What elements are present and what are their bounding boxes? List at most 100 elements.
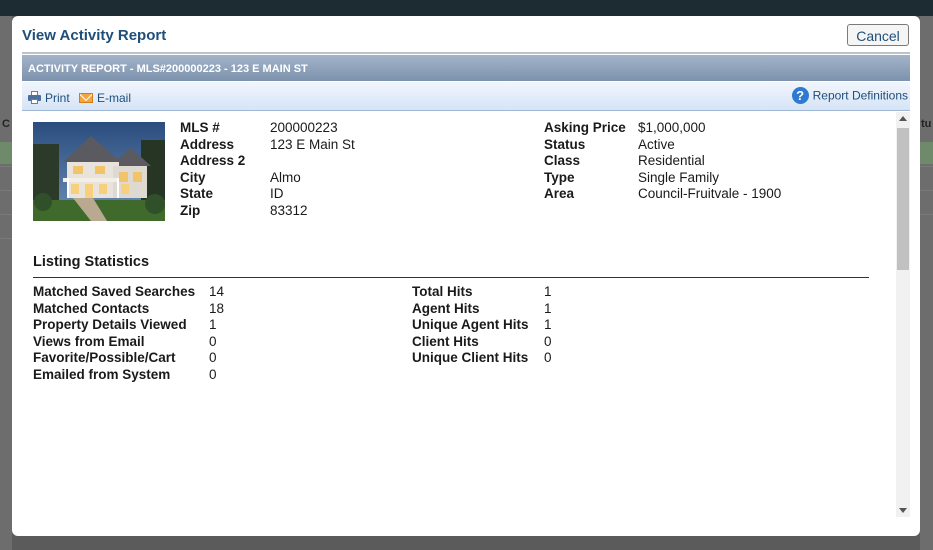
print-button[interactable]: Print	[28, 90, 70, 105]
report-title-bar: ACTIVITY REPORT - MLS#200000223 - 123 E …	[22, 55, 910, 81]
report-definitions-button[interactable]: ? Report Definitions	[791, 87, 908, 104]
email-button[interactable]: E-mail	[79, 90, 131, 105]
detail-value: Single Family	[638, 169, 720, 185]
envelope-icon	[79, 92, 93, 103]
stat-value: 0	[209, 350, 217, 365]
stat-value: 0	[209, 333, 217, 349]
stat-value: 1	[544, 284, 552, 299]
detail-value: 200000223	[270, 120, 338, 135]
detail-row: Status Active	[544, 137, 781, 154]
stat-value: 0	[209, 366, 217, 382]
title-divider	[22, 52, 910, 54]
stat-label: Agent Hits	[412, 300, 480, 316]
detail-row: MLS # 200000223	[180, 120, 355, 137]
stat-label: Unique Client Hits	[412, 350, 529, 365]
detail-row: City Almo	[180, 170, 355, 187]
detail-label: Zip	[180, 202, 201, 218]
modal-title: View Activity Report	[22, 27, 167, 44]
background-divider	[0, 166, 12, 167]
stat-label: Matched Saved Searches	[33, 284, 196, 299]
statistics-divider	[33, 277, 869, 278]
detail-row: Type Single Family	[544, 170, 781, 187]
stat-value: 1	[209, 317, 217, 332]
detail-label: Address	[180, 136, 235, 152]
detail-value: 83312	[270, 202, 308, 218]
stat-label: Property Details Viewed	[33, 317, 187, 332]
stat-value: 0	[544, 350, 552, 365]
background-right-strip: tu	[920, 16, 933, 550]
content-scrollbar[interactable]	[896, 112, 910, 517]
detail-row: Zip 83312	[180, 203, 355, 220]
stat-row: Emailed from System 0	[33, 367, 224, 384]
detail-label: City	[180, 169, 206, 185]
detail-value: $1,000,000	[638, 120, 706, 135]
stat-row: Client Hits 0	[412, 334, 552, 351]
scroll-up-arrow-icon[interactable]	[899, 116, 907, 121]
stat-row: Total Hits 1	[412, 284, 552, 301]
detail-value: ID	[270, 186, 284, 201]
detail-label: Area	[544, 186, 575, 201]
report-toolbar: Print E-mail ? Report Definitions	[22, 82, 910, 111]
report-content: MLS # 200000223 Address 123 E Main St Addr…	[22, 112, 898, 517]
printer-icon	[28, 91, 41, 105]
stat-label: Client Hits	[412, 333, 479, 349]
statistics-right: Total Hits 1 Agent Hits 1 Unique Agent Hit…	[412, 284, 552, 367]
background-divider	[0, 214, 12, 215]
detail-row: Address 123 E Main St	[180, 137, 355, 154]
detail-label: State	[180, 186, 214, 201]
stat-row: Agent Hits 1	[412, 301, 552, 318]
detail-value: 123 E Main St	[270, 136, 355, 152]
detail-label: MLS #	[180, 120, 220, 135]
email-label: E-mail	[97, 90, 132, 105]
background-left-strip: C	[0, 16, 12, 550]
stat-row: Unique Client Hits 0	[412, 350, 552, 367]
background-divider	[920, 214, 933, 215]
stat-row: Property Details Viewed 1	[33, 317, 224, 334]
detail-value: Residential	[638, 153, 705, 168]
statistics-left: Matched Saved Searches 14 Matched Contact…	[33, 284, 224, 383]
property-photo	[33, 122, 165, 221]
scrollbar-thumb[interactable]	[897, 128, 909, 270]
background-highlight-row	[0, 142, 12, 164]
scroll-down-arrow-icon[interactable]	[899, 508, 907, 513]
cancel-button[interactable]: Cancel	[847, 24, 909, 46]
stat-row: Favorite/Possible/Cart 0	[33, 350, 224, 367]
detail-label: Type	[544, 169, 575, 185]
background-header	[0, 0, 933, 16]
listing-details-left: MLS # 200000223 Address 123 E Main St Addr…	[180, 120, 355, 219]
background-highlight-row	[920, 142, 933, 164]
activity-report-modal: View Activity Report Cancel ACTIVITY REP…	[12, 16, 920, 536]
detail-label: Status	[544, 136, 586, 152]
stat-row: Matched Saved Searches 14	[33, 284, 224, 301]
stat-label: Emailed from System	[33, 366, 171, 382]
background-divider	[920, 190, 933, 191]
stat-row: Views from Email 0	[33, 334, 224, 351]
detail-row: Class Residential	[544, 153, 781, 170]
stat-value: 1	[544, 300, 552, 316]
detail-row: Area Council-Fruitvale - 1900	[544, 186, 781, 203]
detail-value: Almo	[270, 169, 301, 185]
report-definitions-label: Report Definitions	[812, 88, 908, 103]
stat-value: 0	[544, 333, 552, 349]
stat-value: 1	[544, 317, 552, 332]
background-divider	[920, 166, 933, 167]
listing-details-right: Asking Price $1,000,000 Status Active Clas…	[544, 120, 781, 203]
stat-value: 14	[209, 284, 225, 299]
stat-row: Matched Contacts 18	[33, 301, 224, 318]
stat-row: Unique Agent Hits 1	[412, 317, 552, 334]
stat-label: Matched Contacts	[33, 300, 150, 316]
background-divider	[0, 190, 12, 191]
print-label: Print	[45, 90, 70, 105]
detail-label: Address 2	[180, 153, 246, 168]
detail-label: Class	[544, 153, 581, 168]
background-column-label: tu	[921, 118, 932, 130]
detail-value: Active	[638, 136, 675, 152]
detail-row: Asking Price $1,000,000	[544, 120, 781, 137]
background-column-label: C	[2, 118, 10, 130]
listing-statistics-heading: Listing Statistics	[33, 254, 150, 270]
detail-label: Asking Price	[544, 120, 626, 135]
detail-value: Council-Fruitvale - 1900	[638, 186, 782, 201]
stat-label: Total Hits	[412, 284, 473, 299]
stat-label: Favorite/Possible/Cart	[33, 350, 176, 365]
stat-label: Views from Email	[33, 333, 145, 349]
